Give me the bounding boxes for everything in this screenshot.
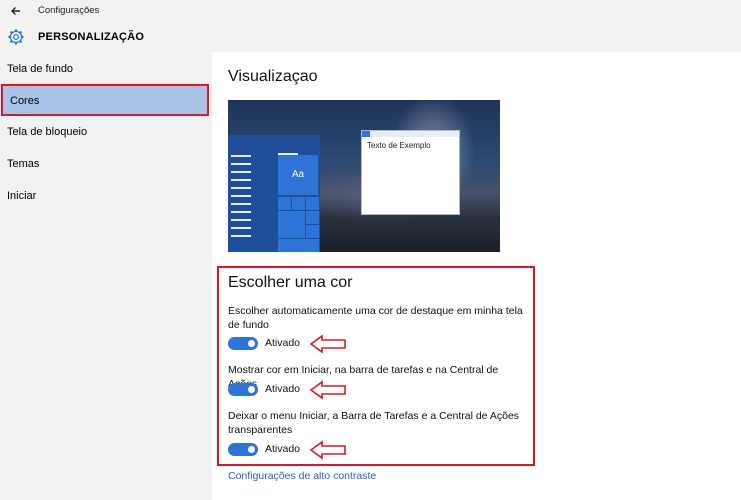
- option-3-description: Deixar o menu Iniciar, a Barra de Tarefa…: [228, 410, 520, 436]
- sidebar-item-tela-de-bloqueio[interactable]: Tela de bloqueio: [0, 118, 212, 146]
- title-bar: [0, 0, 741, 52]
- option-2-toggle[interactable]: [228, 383, 258, 396]
- option-3-state: Ativado: [265, 443, 301, 455]
- preview-window-text: Texto de Exemplo: [367, 141, 431, 150]
- preview-window: Texto de Exemplo: [361, 130, 460, 215]
- option-1-state: Ativado: [265, 337, 301, 349]
- color-heading: Escolher uma cor: [228, 274, 353, 291]
- gear-icon: [8, 29, 24, 45]
- preview-heading: Visualizaçao: [228, 68, 318, 85]
- red-arrow-icon: [309, 440, 346, 460]
- option-1-toggle[interactable]: [228, 337, 258, 350]
- preview-tile: Aa: [278, 155, 318, 195]
- option-3-toggle[interactable]: [228, 443, 258, 456]
- preview-image: Aa Texto de Exemplo: [228, 100, 500, 252]
- back-arrow-icon[interactable]: [8, 3, 24, 19]
- preview-start-menu: Aa: [228, 135, 320, 252]
- high-contrast-link[interactable]: Configurações de alto contraste: [228, 470, 376, 482]
- sidebar-item-iniciar[interactable]: Iniciar: [0, 182, 212, 210]
- sidebar-item-temas[interactable]: Temas: [0, 150, 212, 178]
- option-2-state: Ativado: [265, 383, 301, 395]
- option-1-description: Escolher automaticamente uma cor de dest…: [228, 305, 523, 331]
- sidebar-item-cores[interactable]: Cores: [1, 84, 209, 116]
- app-title: Configurações: [38, 5, 100, 16]
- red-arrow-icon: [309, 380, 346, 400]
- section-title: PERSONALIZAÇÃO: [38, 31, 145, 43]
- sidebar-item-tela-de-fundo[interactable]: Tela de fundo: [0, 55, 212, 83]
- red-arrow-icon: [309, 334, 346, 354]
